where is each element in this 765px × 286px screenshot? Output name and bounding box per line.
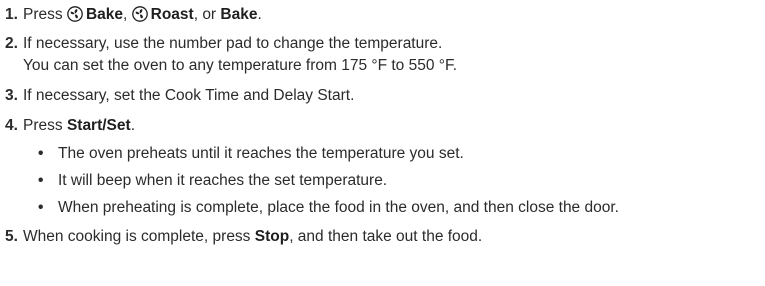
convection-fan-icon	[131, 6, 148, 22]
bake-fan-mode-label: Bake	[85, 6, 123, 23]
bullet-text: When preheating is complete, place the f…	[58, 199, 619, 216]
bullet-icon: •	[38, 172, 44, 189]
step-text: If necessary, use the number pad to chan…	[23, 33, 457, 77]
roast-fan-mode-label: Roast	[150, 6, 194, 23]
step-text: Press Start/Set.	[23, 115, 135, 137]
step-text: If necessary, set the Cook Time and Dela…	[23, 87, 355, 104]
separator: ,	[123, 6, 128, 23]
step-text-before: When cooking is complete, press	[23, 228, 251, 245]
step-text-after: , and then take out the food.	[289, 228, 483, 245]
step-line: If necessary, use the number pad to chan…	[23, 35, 443, 52]
period: .	[130, 117, 135, 134]
step-number: 3.	[5, 87, 18, 104]
step-number: 5.	[5, 228, 18, 245]
step-number: 2.	[5, 35, 18, 52]
step-text: Press Bake, Roast, or Bake.	[23, 4, 262, 26]
instructions-document: 1. Press Bake, Roast, or Bake. 2. If nec…	[0, 0, 765, 286]
bullet-text: It will beep when it reaches the set tem…	[58, 172, 388, 189]
step-number: 4.	[5, 117, 18, 134]
bake-mode-label: Bake	[220, 6, 258, 23]
step-number: 1.	[5, 6, 18, 23]
press-text: Press	[23, 6, 63, 23]
step-text: When cooking is complete, press Stop, an…	[23, 226, 482, 248]
press-text: Press	[23, 117, 63, 134]
separator: , or	[193, 6, 217, 23]
step-line: You can set the oven to any temperature …	[23, 57, 458, 74]
bullet-icon: •	[38, 145, 44, 162]
stop-button-label: Stop	[254, 228, 290, 245]
bullet-icon: •	[38, 199, 44, 216]
convection-fan-icon	[67, 6, 83, 22]
start-set-button-label: Start/Set	[66, 117, 131, 134]
period: .	[257, 6, 262, 23]
bullet-text: The oven preheats until it reaches the t…	[58, 145, 464, 162]
